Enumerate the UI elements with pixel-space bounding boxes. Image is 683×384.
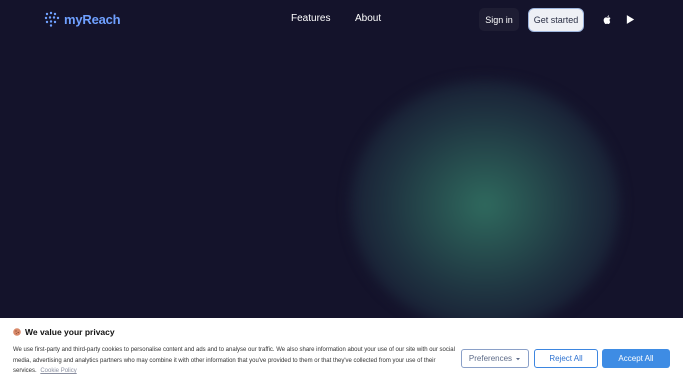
cookie-body-text: We use first-party and third-party cooki… <box>13 347 455 374</box>
cookie-banner-title: We value your privacy <box>13 327 115 337</box>
cookie-banner: We value your privacy We use first-party… <box>0 318 683 384</box>
sign-in-button[interactable]: Sign in <box>479 8 519 31</box>
chevron-down-icon <box>516 357 521 360</box>
apple-icon[interactable] <box>602 14 613 25</box>
nav-about[interactable]: About <box>355 13 381 24</box>
cookie-description: We use first-party and third-party cooki… <box>13 345 458 377</box>
get-started-button[interactable]: Get started <box>528 8 584 32</box>
preferences-button[interactable]: Preferences <box>461 349 529 368</box>
cookie-policy-link[interactable]: Cookie Policy <box>40 368 76 374</box>
logo-mark-icon <box>44 11 60 27</box>
brand-logo[interactable]: myReach <box>44 11 121 27</box>
reject-all-button[interactable]: Reject All <box>534 349 598 368</box>
cookie-title-text: We value your privacy <box>25 327 115 337</box>
top-navigation: myReach Features About Sign in Get start… <box>0 0 683 40</box>
google-play-icon[interactable] <box>625 14 636 25</box>
accept-all-button[interactable]: Accept All <box>602 349 670 368</box>
nav-features[interactable]: Features <box>291 13 330 24</box>
preferences-label: Preferences <box>468 354 513 363</box>
background-glow <box>350 80 620 318</box>
brand-name: myReach <box>64 11 121 27</box>
cookie-icon <box>13 328 21 336</box>
hero-section <box>0 0 683 318</box>
